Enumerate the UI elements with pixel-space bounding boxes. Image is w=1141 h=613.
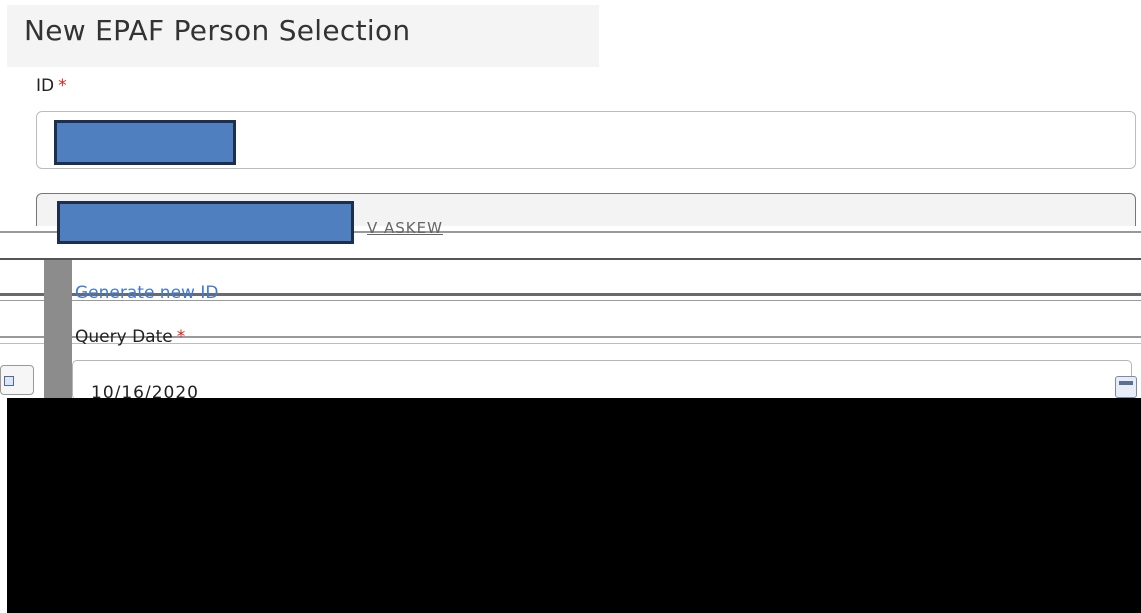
page-header: New EPAF Person Selection <box>7 5 599 67</box>
black-redaction-block <box>7 398 1141 613</box>
render-glitch-strip <box>44 260 72 400</box>
partial-calendar-button[interactable] <box>0 365 34 395</box>
calendar-button[interactable] <box>1115 376 1137 398</box>
epaf-person-selection-page: New EPAF Person Selection ID * V ASKEW Ge… <box>0 0 1141 613</box>
id-label-text: ID <box>36 76 55 96</box>
left-margin <box>0 398 7 613</box>
calendar-icon <box>4 376 14 386</box>
query-date-input[interactable]: 10/16/2020 <box>72 360 1132 400</box>
person-name-suffix: V ASKEW <box>367 219 443 237</box>
glitch-line <box>0 258 1141 260</box>
generate-new-id-link[interactable]: Generate new ID <box>75 283 218 303</box>
required-marker: * <box>58 76 67 96</box>
page-title: New EPAF Person Selection <box>24 14 411 47</box>
required-marker: * <box>176 327 186 347</box>
redacted-person-name <box>57 201 354 244</box>
query-date-label-text: Query Date <box>75 327 173 347</box>
calendar-icon <box>1119 381 1133 385</box>
id-label: ID * <box>36 76 67 96</box>
query-date-label: Query Date * <box>75 327 185 347</box>
redacted-id-value <box>54 120 236 165</box>
